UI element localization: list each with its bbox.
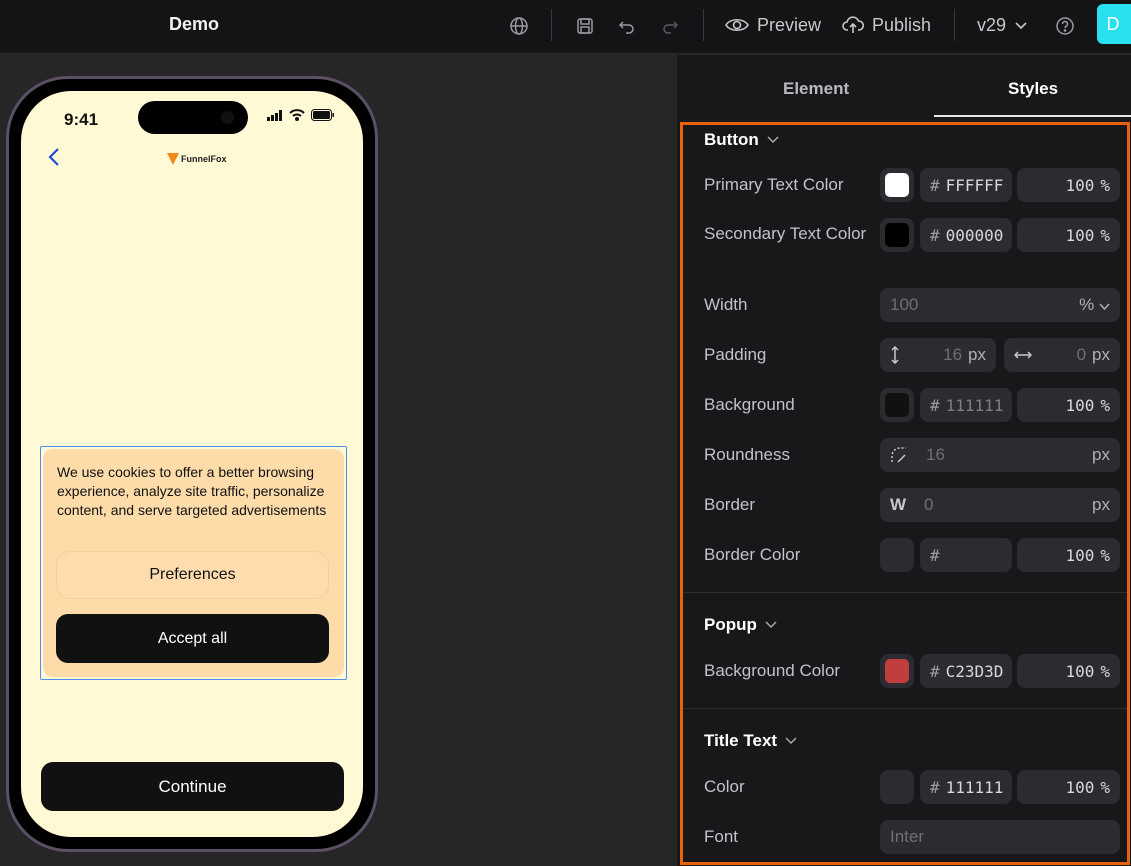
chevron-down-icon (765, 621, 777, 629)
popup-background-hex-input[interactable]: # C23D3D (920, 654, 1012, 688)
border-color-hex-input[interactable]: # (920, 538, 1012, 572)
globe-icon[interactable] (505, 12, 533, 40)
help-icon[interactable] (1051, 12, 1079, 40)
border-label: Border (704, 495, 756, 514)
section-popup-header[interactable]: Popup (704, 615, 777, 635)
font-input[interactable]: Inter (880, 820, 1120, 854)
primary-text-color-label: Primary Text Color (704, 175, 844, 194)
popup-background-color-swatch[interactable] (880, 654, 914, 688)
vertical-arrows-icon (891, 346, 899, 364)
continue-button[interactable]: Continue (41, 762, 344, 811)
width-unit-dropdown[interactable]: % (1079, 295, 1110, 315)
active-tab-indicator (934, 115, 1131, 117)
horizontal-arrows-icon (1014, 351, 1032, 359)
top-bar: Demo Preview Publish v29 D (0, 0, 1131, 54)
panel-tabs: Element Styles (677, 55, 1131, 117)
section-title-text-title: Title Text (704, 731, 778, 750)
version-dropdown[interactable]: v29 (977, 12, 1028, 38)
width-input[interactable]: 100 % (880, 288, 1120, 322)
padding-vertical-input[interactable]: 16 px (880, 338, 996, 372)
section-divider (683, 708, 1127, 709)
border-color-opacity-input[interactable]: 100% (1017, 538, 1120, 572)
preview-button[interactable]: Preview (725, 12, 821, 38)
tab-styles[interactable]: Styles (1008, 79, 1058, 99)
preferences-button[interactable]: Preferences (56, 551, 329, 599)
publish-label: Publish (872, 14, 932, 35)
canvas-area: 9:41 FunnelFox We use cookies to offer a… (0, 55, 676, 866)
corner-radius-icon (891, 447, 906, 463)
toolbar-divider (551, 9, 552, 41)
background-opacity-input[interactable]: 100% (1017, 388, 1120, 422)
primary-text-color-hex-input[interactable]: # FFFFFF (920, 168, 1012, 202)
properties-panel: Element Styles Button Primary Text Color… (676, 55, 1131, 866)
toolbar-divider (703, 9, 704, 41)
primary-text-color-opacity-input[interactable]: 100% (1017, 168, 1120, 202)
title-text-color-label: Color (704, 777, 745, 796)
cookie-popup[interactable]: We use cookies to offer a better browsin… (43, 449, 344, 677)
section-divider (683, 592, 1127, 593)
section-popup-title: Popup (704, 615, 757, 634)
border-color-swatch[interactable] (880, 538, 914, 572)
status-time: 9:41 (64, 110, 99, 129)
publish-button[interactable]: Publish (842, 12, 931, 38)
primary-text-color-swatch[interactable] (880, 168, 914, 202)
padding-horizontal-input[interactable]: 0 px (1004, 338, 1120, 372)
popup-background-opacity-input[interactable]: 100% (1017, 654, 1120, 688)
project-title[interactable]: Demo (169, 14, 219, 35)
phone-screen: 9:41 FunnelFox We use cookies to offer a… (21, 91, 363, 837)
title-text-color-opacity-input[interactable]: 100% (1017, 770, 1120, 804)
padding-label: Padding (704, 345, 767, 364)
background-color-swatch[interactable] (880, 388, 914, 422)
user-avatar[interactable]: D (1097, 4, 1131, 44)
font-label: Font (704, 827, 739, 846)
title-text-color-swatch[interactable] (880, 770, 914, 804)
section-title-text-header[interactable]: Title Text (704, 731, 797, 751)
roundness-input[interactable]: 16 px (880, 438, 1120, 472)
version-label: v29 (977, 14, 1007, 35)
avatar-letter: D (1106, 13, 1120, 34)
secondary-text-color-opacity-input[interactable]: 100% (1017, 218, 1120, 252)
secondary-text-color-hex-input[interactable]: #000000 (920, 218, 1012, 252)
title-text-color-hex-input[interactable]: #111111 (920, 770, 1012, 804)
width-label: Width (704, 295, 748, 314)
chevron-down-icon (767, 136, 779, 144)
fox-logo-icon (167, 153, 179, 165)
popup-message: We use cookies to offer a better browsin… (57, 464, 327, 518)
border-color-label: Border Color (704, 545, 801, 564)
secondary-text-color-swatch[interactable] (880, 218, 914, 252)
cloud-upload-icon (842, 16, 864, 33)
preview-label: Preview (757, 14, 822, 35)
toolbar-divider (954, 9, 955, 41)
eye-icon (725, 18, 749, 32)
popup-background-color-label: Background Color (704, 661, 841, 680)
brand-logo: FunnelFox (167, 153, 227, 165)
brand-name: FunnelFox (181, 154, 227, 164)
chevron-down-icon (1099, 303, 1110, 311)
chevron-down-icon (1015, 22, 1027, 30)
background-label: Background (704, 395, 795, 414)
section-button-title: Button (704, 130, 759, 149)
battery-icon (311, 109, 334, 121)
accept-all-button[interactable]: Accept all (56, 614, 329, 663)
status-icons (267, 109, 335, 121)
undo-icon[interactable] (613, 12, 641, 40)
tab-element[interactable]: Element (783, 79, 849, 99)
border-width-input[interactable]: W 0 px (880, 488, 1120, 522)
roundness-label: Roundness (704, 445, 791, 464)
chevron-down-icon (785, 737, 797, 745)
wifi-icon (289, 109, 305, 121)
section-button-header[interactable]: Button (704, 130, 779, 150)
styles-highlight-frame: Button Primary Text Color # FFFFFF 100% S… (680, 122, 1130, 865)
back-chevron-icon[interactable] (47, 147, 61, 172)
redo-icon[interactable] (656, 12, 684, 40)
secondary-text-color-label: Secondary Text Color (704, 224, 867, 243)
save-icon[interactable] (571, 12, 599, 40)
phone-frame: 9:41 FunnelFox We use cookies to offer a… (6, 76, 378, 852)
background-hex-input[interactable]: #111111 (920, 388, 1012, 422)
dynamic-island (138, 101, 248, 134)
signal-icon (267, 109, 282, 121)
